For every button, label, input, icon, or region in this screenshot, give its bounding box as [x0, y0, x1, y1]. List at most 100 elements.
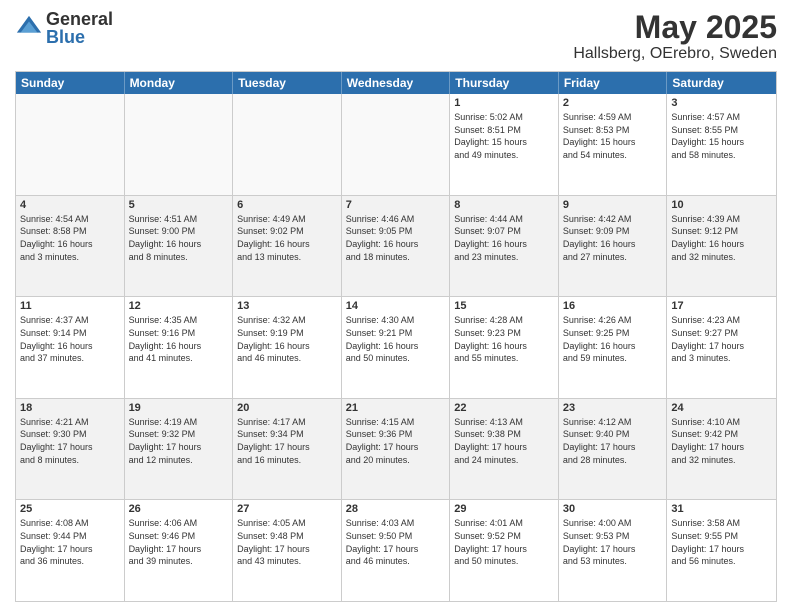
day-number: 10 [671, 199, 772, 211]
calendar-cell: 6 Sunrise: 4:49 AMSunset: 9:02 PMDaylight… [233, 196, 342, 297]
day-info: Sunrise: 4:10 AMSunset: 9:42 PMDaylight:… [671, 416, 772, 466]
day-info: Sunrise: 4:57 AMSunset: 8:55 PMDaylight:… [671, 111, 772, 161]
day-info: Sunrise: 4:13 AMSunset: 9:38 PMDaylight:… [454, 416, 554, 466]
day-info: Sunrise: 4:30 AMSunset: 9:21 PMDaylight:… [346, 314, 446, 364]
day-info: Sunrise: 4:03 AMSunset: 9:50 PMDaylight:… [346, 517, 446, 567]
calendar-row: 1 Sunrise: 5:02 AMSunset: 8:51 PMDaylight… [16, 94, 776, 196]
day-number: 21 [346, 402, 446, 414]
calendar-cell [16, 94, 125, 195]
logo-text: General Blue [46, 10, 113, 46]
day-info: Sunrise: 4:12 AMSunset: 9:40 PMDaylight:… [563, 416, 663, 466]
header: General Blue May 2025 Hallsberg, OErebro… [15, 10, 777, 63]
day-info: Sunrise: 4:00 AMSunset: 9:53 PMDaylight:… [563, 517, 663, 567]
day-number: 18 [20, 402, 120, 414]
calendar-cell: 23 Sunrise: 4:12 AMSunset: 9:40 PMDayligh… [559, 399, 668, 500]
day-info: Sunrise: 4:39 AMSunset: 9:12 PMDaylight:… [671, 213, 772, 263]
day-info: Sunrise: 4:06 AMSunset: 9:46 PMDaylight:… [129, 517, 229, 567]
day-info: Sunrise: 5:02 AMSunset: 8:51 PMDaylight:… [454, 111, 554, 161]
day-info: Sunrise: 4:26 AMSunset: 9:25 PMDaylight:… [563, 314, 663, 364]
logo: General Blue [15, 10, 113, 46]
day-number: 5 [129, 199, 229, 211]
day-info: Sunrise: 4:59 AMSunset: 8:53 PMDaylight:… [563, 111, 663, 161]
day-number: 4 [20, 199, 120, 211]
calendar-cell: 9 Sunrise: 4:42 AMSunset: 9:09 PMDaylight… [559, 196, 668, 297]
calendar-cell: 21Sunrise: 4:15 AMSunset: 9:36 PMDayligh… [342, 399, 451, 500]
day-number: 31 [671, 503, 772, 515]
day-info: Sunrise: 4:28 AMSunset: 9:23 PMDaylight:… [454, 314, 554, 364]
calendar-row: 4 Sunrise: 4:54 AMSunset: 8:58 PMDaylight… [16, 196, 776, 298]
day-number: 8 [454, 199, 554, 211]
day-info: Sunrise: 4:37 AMSunset: 9:14 PMDaylight:… [20, 314, 120, 364]
calendar-cell: 31 Sunrise: 3:58 AMSunset: 9:55 PMDayligh… [667, 500, 776, 601]
day-info: Sunrise: 4:21 AMSunset: 9:30 PMDaylight:… [20, 416, 120, 466]
calendar-cell [125, 94, 234, 195]
day-number: 17 [671, 300, 772, 312]
calendar-cell: 13Sunrise: 4:32 AMSunset: 9:19 PMDayligh… [233, 297, 342, 398]
logo-general: General [46, 10, 113, 28]
calendar-day-header: Monday [125, 72, 234, 94]
calendar-cell: 27Sunrise: 4:05 AMSunset: 9:48 PMDayligh… [233, 500, 342, 601]
logo-blue: Blue [46, 28, 113, 46]
day-number: 30 [563, 503, 663, 515]
calendar-cell: 26 Sunrise: 4:06 AMSunset: 9:46 PMDayligh… [125, 500, 234, 601]
calendar-cell: 16Sunrise: 4:26 AMSunset: 9:25 PMDayligh… [559, 297, 668, 398]
day-number: 23 [563, 402, 663, 414]
day-info: Sunrise: 4:49 AMSunset: 9:02 PMDaylight:… [237, 213, 337, 263]
calendar-cell: 30 Sunrise: 4:00 AMSunset: 9:53 PMDayligh… [559, 500, 668, 601]
calendar-cell: 18 Sunrise: 4:21 AMSunset: 9:30 PMDayligh… [16, 399, 125, 500]
calendar-cell: 7Sunrise: 4:46 AMSunset: 9:05 PMDaylight… [342, 196, 451, 297]
day-number: 2 [563, 97, 663, 109]
calendar-cell: 25Sunrise: 4:08 AMSunset: 9:44 PMDayligh… [16, 500, 125, 601]
calendar-cell [342, 94, 451, 195]
calendar-cell: 22 Sunrise: 4:13 AMSunset: 9:38 PMDayligh… [450, 399, 559, 500]
day-info: Sunrise: 4:01 AMSunset: 9:52 PMDaylight:… [454, 517, 554, 567]
day-info: Sunrise: 4:17 AMSunset: 9:34 PMDaylight:… [237, 416, 337, 466]
calendar-day-header: Friday [559, 72, 668, 94]
day-info: Sunrise: 3:58 AMSunset: 9:55 PMDaylight:… [671, 517, 772, 567]
subtitle: Hallsberg, OErebro, Sweden [573, 45, 777, 63]
calendar-cell: 29 Sunrise: 4:01 AMSunset: 9:52 PMDayligh… [450, 500, 559, 601]
day-number: 9 [563, 199, 663, 211]
calendar-day-header: Tuesday [233, 72, 342, 94]
day-number: 24 [671, 402, 772, 414]
calendar-cell: 15 Sunrise: 4:28 AMSunset: 9:23 PMDayligh… [450, 297, 559, 398]
calendar-cell [233, 94, 342, 195]
day-number: 19 [129, 402, 229, 414]
day-number: 22 [454, 402, 554, 414]
calendar-cell: 20 Sunrise: 4:17 AMSunset: 9:34 PMDayligh… [233, 399, 342, 500]
calendar-body: 1 Sunrise: 5:02 AMSunset: 8:51 PMDaylight… [16, 94, 776, 601]
calendar-day-header: Saturday [667, 72, 776, 94]
day-number: 28 [346, 503, 446, 515]
calendar: SundayMondayTuesdayWednesdayThursdayFrid… [15, 71, 777, 602]
calendar-cell: 11Sunrise: 4:37 AMSunset: 9:14 PMDayligh… [16, 297, 125, 398]
day-number: 20 [237, 402, 337, 414]
day-info: Sunrise: 4:32 AMSunset: 9:19 PMDaylight:… [237, 314, 337, 364]
day-info: Sunrise: 4:42 AMSunset: 9:09 PMDaylight:… [563, 213, 663, 263]
calendar-cell: 17Sunrise: 4:23 AMSunset: 9:27 PMDayligh… [667, 297, 776, 398]
day-info: Sunrise: 4:35 AMSunset: 9:16 PMDaylight:… [129, 314, 229, 364]
calendar-cell: 12Sunrise: 4:35 AMSunset: 9:16 PMDayligh… [125, 297, 234, 398]
calendar-cell: 19 Sunrise: 4:19 AMSunset: 9:32 PMDayligh… [125, 399, 234, 500]
day-number: 15 [454, 300, 554, 312]
calendar-cell: 24 Sunrise: 4:10 AMSunset: 9:42 PMDayligh… [667, 399, 776, 500]
calendar-cell: 4 Sunrise: 4:54 AMSunset: 8:58 PMDaylight… [16, 196, 125, 297]
title-block: May 2025 Hallsberg, OErebro, Sweden [573, 10, 777, 63]
calendar-cell: 28 Sunrise: 4:03 AMSunset: 9:50 PMDayligh… [342, 500, 451, 601]
calendar-cell: 14 Sunrise: 4:30 AMSunset: 9:21 PMDayligh… [342, 297, 451, 398]
day-number: 14 [346, 300, 446, 312]
day-number: 3 [671, 97, 772, 109]
day-number: 29 [454, 503, 554, 515]
main-title: May 2025 [573, 10, 777, 45]
day-number: 26 [129, 503, 229, 515]
day-info: Sunrise: 4:46 AMSunset: 9:05 PMDaylight:… [346, 213, 446, 263]
day-number: 6 [237, 199, 337, 211]
day-info: Sunrise: 4:08 AMSunset: 9:44 PMDaylight:… [20, 517, 120, 567]
day-info: Sunrise: 4:44 AMSunset: 9:07 PMDaylight:… [454, 213, 554, 263]
calendar-cell: 2 Sunrise: 4:59 AMSunset: 8:53 PMDaylight… [559, 94, 668, 195]
calendar-day-header: Thursday [450, 72, 559, 94]
calendar-cell: 3 Sunrise: 4:57 AMSunset: 8:55 PMDaylight… [667, 94, 776, 195]
day-number: 1 [454, 97, 554, 109]
day-info: Sunrise: 4:54 AMSunset: 8:58 PMDaylight:… [20, 213, 120, 263]
day-info: Sunrise: 4:19 AMSunset: 9:32 PMDaylight:… [129, 416, 229, 466]
calendar-cell: 8 Sunrise: 4:44 AMSunset: 9:07 PMDaylight… [450, 196, 559, 297]
